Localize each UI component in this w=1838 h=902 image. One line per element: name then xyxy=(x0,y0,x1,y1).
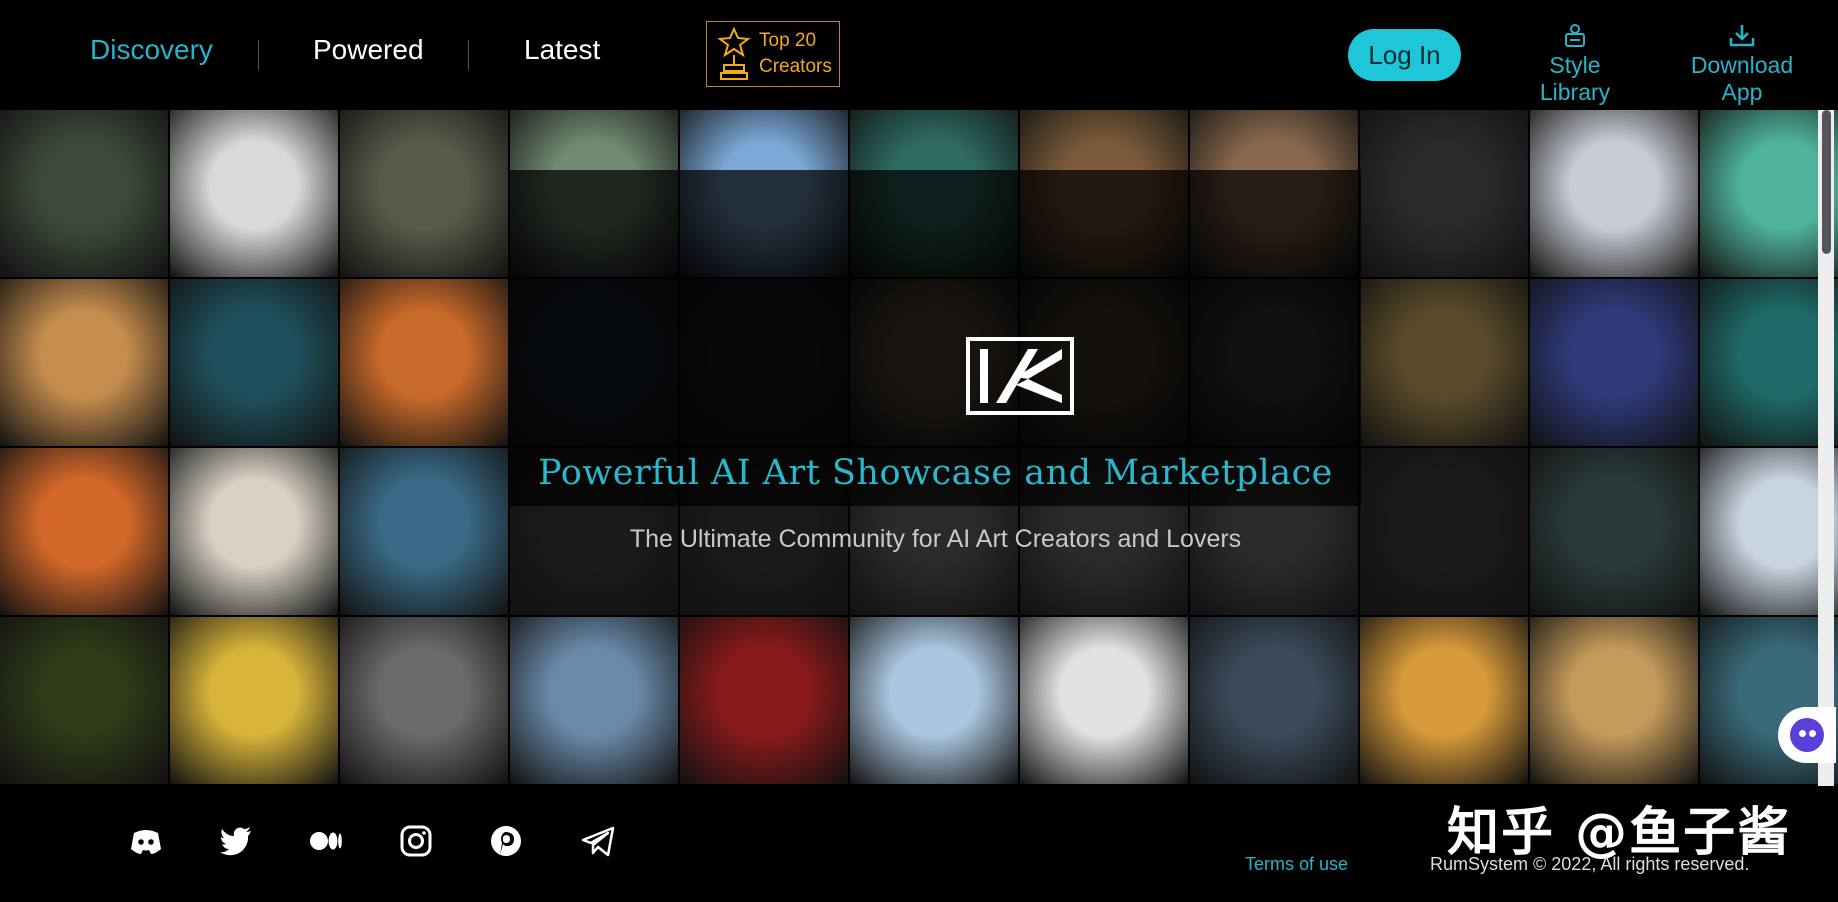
artwork-tile[interactable] xyxy=(0,448,168,615)
download-app-link[interactable]: Download App xyxy=(1672,22,1812,106)
terms-of-use-link[interactable]: Terms of use xyxy=(1245,854,1348,875)
artwork-tile[interactable] xyxy=(850,617,1018,784)
twitter-icon[interactable] xyxy=(218,823,254,859)
style-library-label: Style Library xyxy=(1539,52,1611,105)
nav-discovery[interactable]: Discovery xyxy=(90,34,213,66)
artwork-tile[interactable] xyxy=(680,617,848,784)
artwork-tile[interactable] xyxy=(340,279,508,446)
artwork-tile[interactable] xyxy=(1530,448,1698,615)
artwork-tile[interactable] xyxy=(1530,110,1698,277)
nav-divider xyxy=(258,40,259,70)
trophy-icon xyxy=(717,27,751,80)
discord-icon[interactable] xyxy=(128,823,164,859)
site-logo xyxy=(966,337,1074,415)
assistant-eye xyxy=(1809,730,1816,737)
pinterest-icon[interactable] xyxy=(488,823,524,859)
artwork-tile[interactable] xyxy=(1530,617,1698,784)
artwork-tile[interactable] xyxy=(1530,279,1698,446)
artwork-tile[interactable] xyxy=(510,617,678,784)
artwork-tile[interactable] xyxy=(340,448,508,615)
copyright-text: RumSystem © 2022, All rights reserved. xyxy=(1430,854,1750,874)
artwork-tile[interactable] xyxy=(340,617,508,784)
login-button[interactable]: Log In xyxy=(1348,29,1461,81)
hero-subtitle: The Ultimate Community for AI Art Creato… xyxy=(629,525,1242,553)
assistant-eye xyxy=(1799,730,1806,737)
nav-latest[interactable]: Latest xyxy=(524,34,600,66)
top20-label: Top 20 Creators xyxy=(759,30,832,77)
top20-creators-button[interactable]: Top 20 Creators xyxy=(706,21,840,87)
footer: 知乎 @鱼子酱 xyxy=(0,786,1838,902)
artwork-tile[interactable] xyxy=(1360,110,1528,277)
artwork-tile[interactable] xyxy=(0,617,168,784)
assistant-icon xyxy=(1790,718,1824,752)
artwork-tile[interactable] xyxy=(1360,617,1528,784)
artwork-tile[interactable] xyxy=(1360,279,1528,446)
download-icon xyxy=(1729,25,1755,47)
artwork-tile[interactable] xyxy=(1360,448,1528,615)
nav-powered[interactable]: Powered xyxy=(313,34,424,66)
artwork-tile[interactable] xyxy=(170,110,338,277)
artwork-tile[interactable] xyxy=(1190,617,1358,784)
artwork-tile[interactable] xyxy=(170,448,338,615)
artwork-tile[interactable] xyxy=(340,110,508,277)
style-library-link[interactable]: Style Library xyxy=(1516,22,1634,106)
nav-divider xyxy=(468,40,469,70)
instagram-icon[interactable] xyxy=(398,823,434,859)
medium-icon[interactable] xyxy=(308,823,344,859)
artwork-tile[interactable] xyxy=(1020,617,1188,784)
chat-assistant-button[interactable] xyxy=(1778,707,1836,763)
style-library-icon xyxy=(1565,24,1585,47)
artwork-tile[interactable] xyxy=(0,110,168,277)
scrollbar-thumb[interactable] xyxy=(1822,110,1831,254)
top-navigation: Discovery Powered Latest Top 20 Creators… xyxy=(0,0,1838,110)
page-scrollbar[interactable] xyxy=(1818,110,1834,786)
artwork-tile[interactable] xyxy=(170,617,338,784)
artwork-tile[interactable] xyxy=(170,279,338,446)
hero-title: Powerful AI Art Showcase and Marketplace xyxy=(538,453,1333,493)
artwork-tile[interactable] xyxy=(0,279,168,446)
telegram-icon[interactable] xyxy=(580,823,616,859)
download-app-label: Download App xyxy=(1690,52,1794,105)
